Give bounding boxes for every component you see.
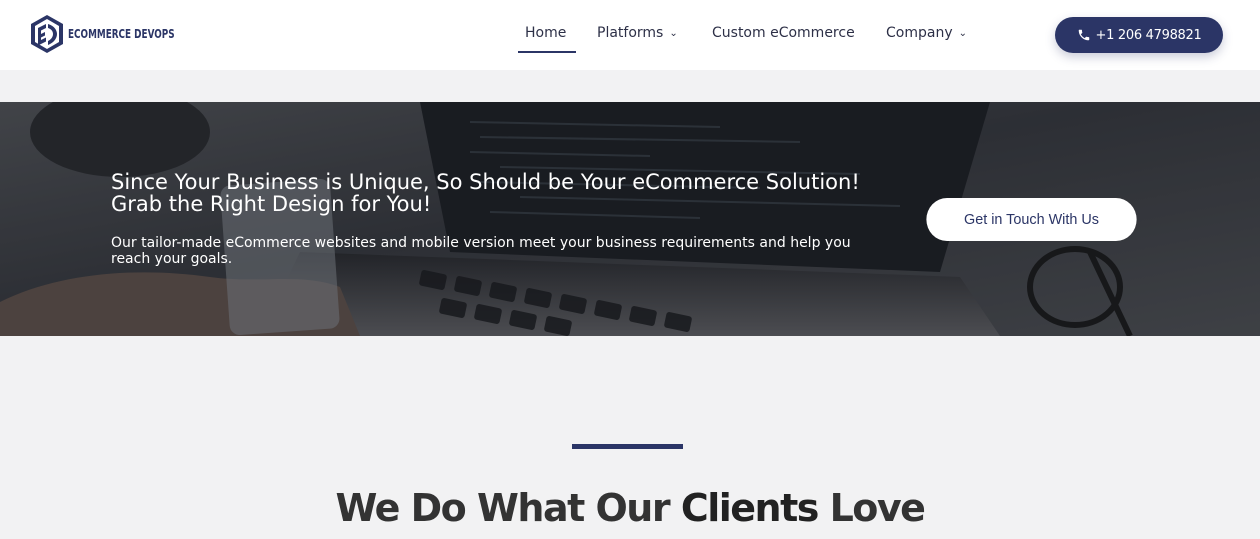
chevron-down-icon: ⌄ xyxy=(958,28,967,39)
nav-item-label: Home xyxy=(525,25,567,41)
phone-number: +1 206 4798821 xyxy=(1095,27,1202,43)
active-nav-underline xyxy=(518,51,576,53)
nav-item-label: Platforms xyxy=(597,25,664,41)
get-in-touch-button[interactable]: Get in Touch With Us xyxy=(926,198,1137,241)
nav-item-custom-ecommerce[interactable]: Custom eCommerce xyxy=(712,25,855,45)
nav-item-platforms[interactable]: Platforms ⌄ xyxy=(597,25,678,45)
hero-title: Since Your Business is Unique, So Should… xyxy=(111,170,860,216)
phone-icon xyxy=(1078,29,1089,41)
section-title-suffix: Love xyxy=(817,486,926,530)
section-title: We Do What Our Clients Love xyxy=(0,486,1260,530)
section-title-prefix: We Do What Our xyxy=(335,486,681,530)
hero-subtitle: Our tailor-made eCommerce websites and m… xyxy=(111,235,851,267)
section-divider xyxy=(572,444,683,449)
nav-item-home[interactable]: Home xyxy=(525,25,566,45)
phone-call-button[interactable]: +1 206 4798821 xyxy=(1055,17,1223,53)
chevron-down-icon: ⌄ xyxy=(669,28,678,39)
hero-banner: Since Your Business is Unique, So Should… xyxy=(0,102,1260,336)
nav-item-label: Company xyxy=(886,25,953,41)
section-title-bold: Clients xyxy=(680,486,820,530)
site-logo[interactable]: ECOMMERCE DEVOPS xyxy=(29,14,198,54)
nav-item-label: Custom eCommerce xyxy=(712,25,855,41)
ed-monogram-logo-icon xyxy=(31,15,63,53)
logo-text: ECOMMERCE DEVOPS xyxy=(68,27,175,41)
site-header: ECOMMERCE DEVOPS Home Platforms ⌄ Custom … xyxy=(0,0,1260,70)
nav-item-company[interactable]: Company ⌄ xyxy=(886,25,967,45)
